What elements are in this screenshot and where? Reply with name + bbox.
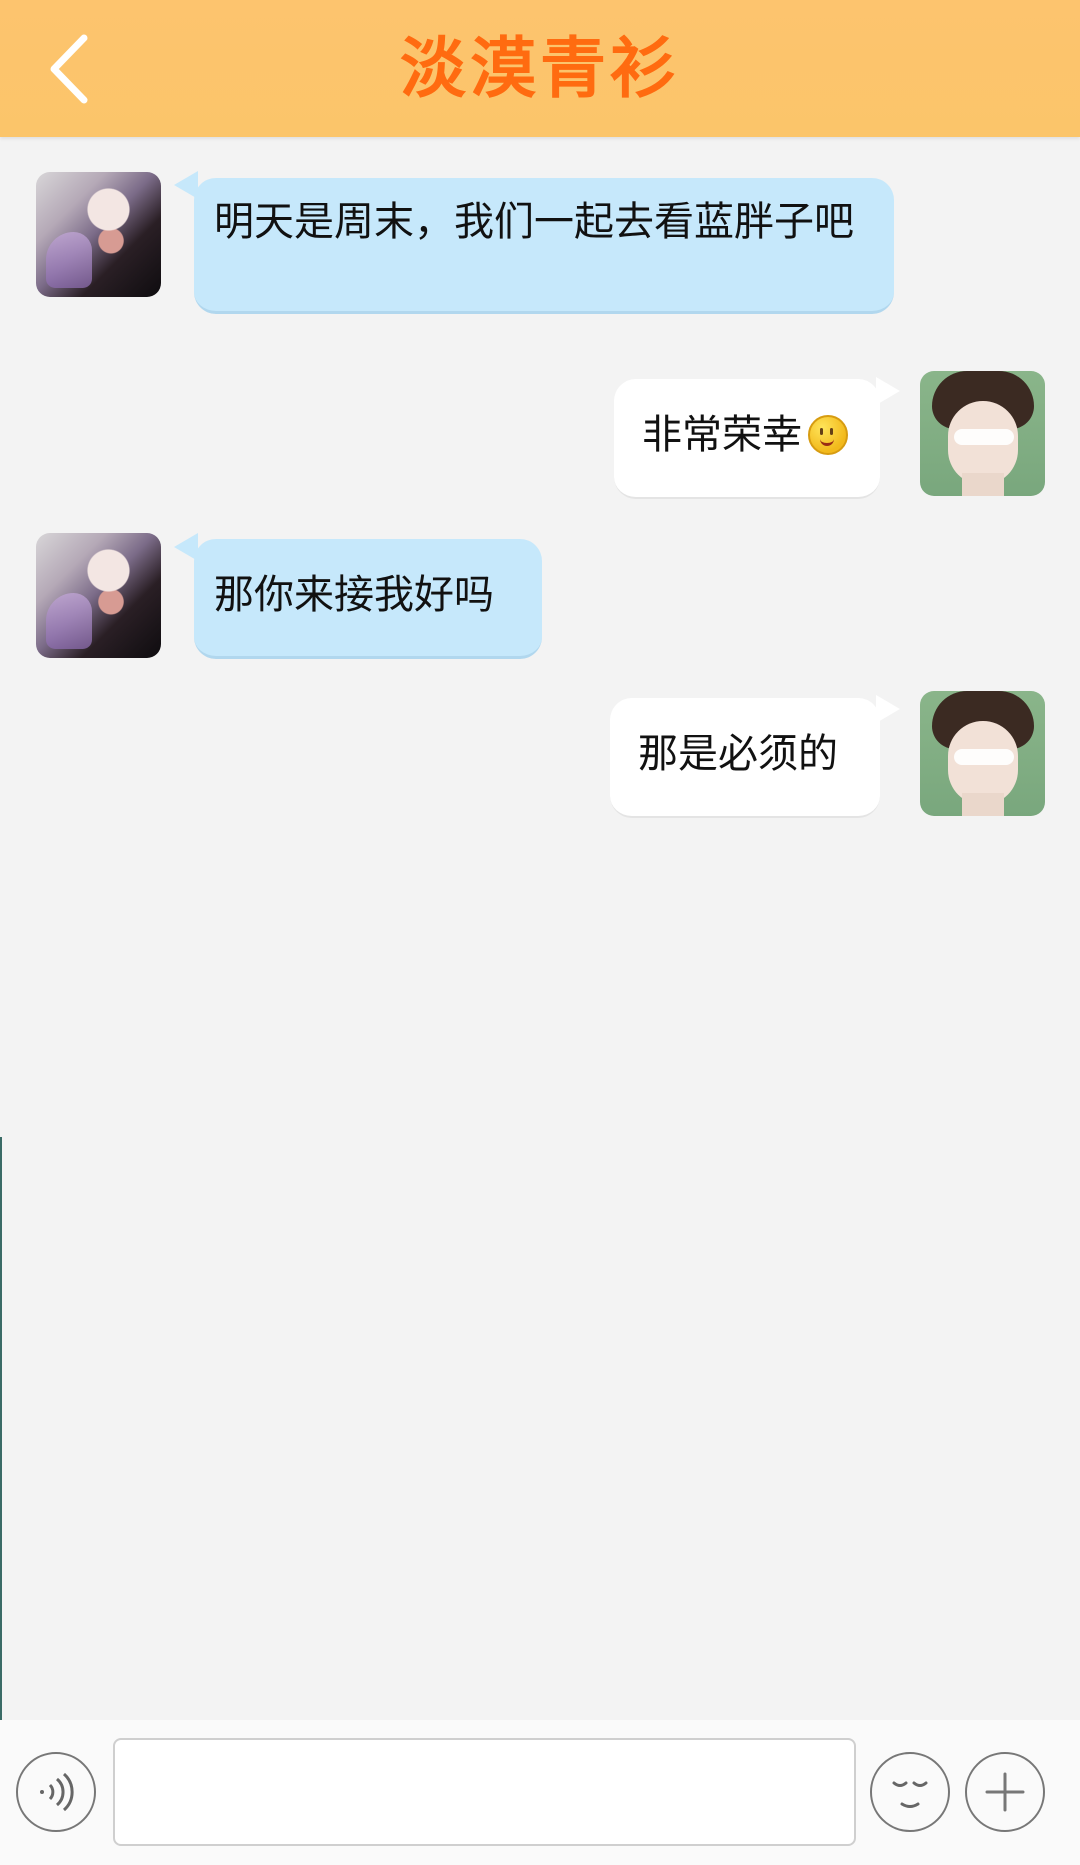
message-input[interactable] (113, 1738, 856, 1846)
smile-emoji-icon (808, 415, 848, 455)
message-bubble-outgoing: 非常荣幸 (614, 379, 880, 499)
face-blur (954, 429, 1014, 445)
voice-icon (40, 1772, 74, 1812)
message-input-bar (0, 1720, 1080, 1865)
face-blur (954, 749, 1014, 765)
more-options-button[interactable] (965, 1752, 1045, 1832)
neck (962, 473, 1004, 496)
user-avatar[interactable] (920, 691, 1045, 816)
message-bubble-incoming: 那你来接我好吗 (194, 539, 542, 659)
page-title: 淡漠青衫 (400, 30, 680, 107)
message-text: 那你来接我好吗 (214, 572, 494, 618)
message-bubble-outgoing: 那是必须的 (610, 698, 880, 818)
message-list: 明天是周末，我们一起去看蓝胖子吧 非常荣幸 那你来接我好吗 那是必须的 (0, 137, 1080, 1827)
smiley-icon (892, 1781, 928, 1808)
plus-icon (985, 1772, 1025, 1812)
message-bubble-incoming: 明天是周末，我们一起去看蓝胖子吧 (194, 178, 894, 314)
emoji-picker-button[interactable] (870, 1752, 950, 1832)
message-text: 非常荣幸 (642, 412, 802, 458)
contact-avatar[interactable] (36, 172, 161, 297)
message-text: 那是必须的 (638, 731, 838, 777)
user-avatar[interactable] (920, 371, 1045, 496)
voice-button[interactable] (16, 1752, 96, 1832)
chat-header: 淡漠青衫 (0, 0, 1080, 137)
message-text: 明天是周末，我们一起去看蓝胖子吧 (214, 199, 854, 245)
neck (962, 793, 1004, 816)
contact-avatar[interactable] (36, 533, 161, 658)
